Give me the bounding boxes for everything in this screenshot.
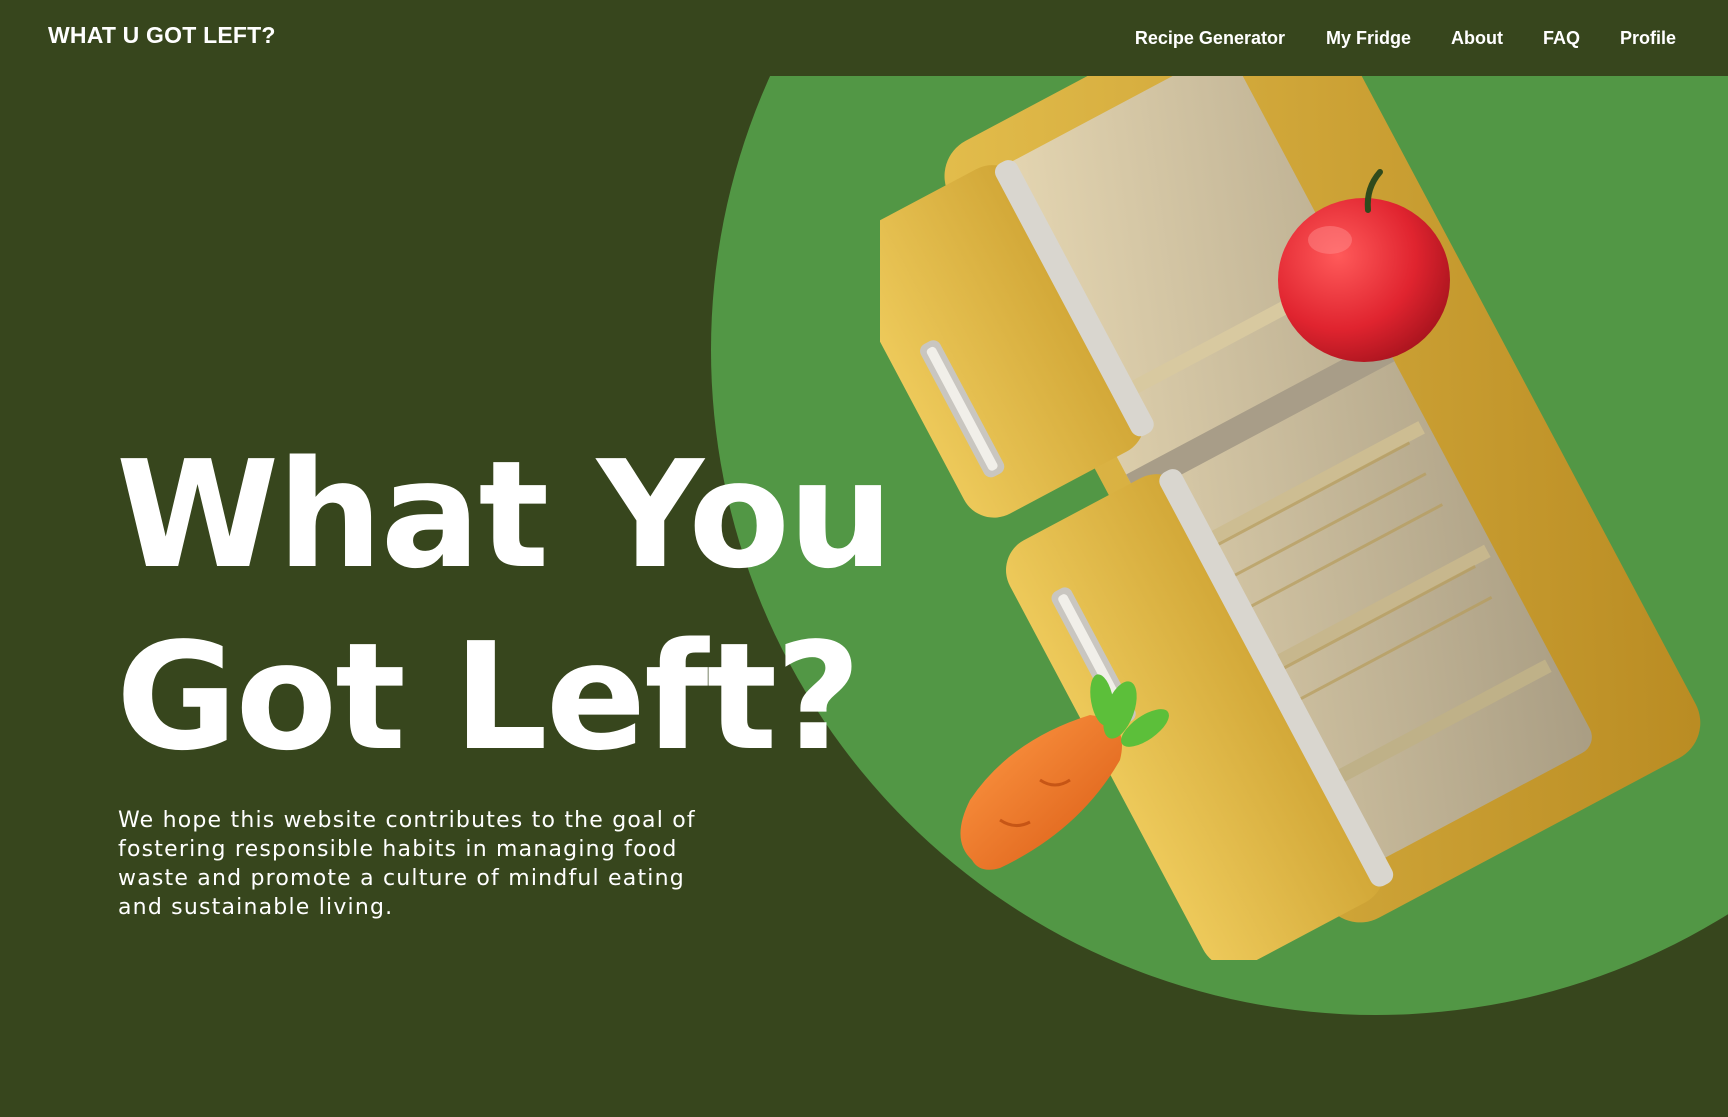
hero-description: We hope this website contributes to the … [118,808,696,920]
hero-title-line-2: Got Left? [116,611,861,783]
nav-link-about[interactable]: About [1451,28,1503,48]
hero-illustration [880,60,1701,960]
nav-item-recipe-generator: Recipe Generator [1135,28,1285,49]
nav-links: Recipe Generator My Fridge About FAQ Pro… [1135,28,1676,49]
nav-link-recipe-generator[interactable]: Recipe Generator [1135,28,1285,48]
nav-link-my-fridge[interactable]: My Fridge [1326,28,1411,48]
landing-page: WHAT U GOT LEFT? Recipe Generator My Fri… [0,0,1728,1117]
hero-title: What You Got Left? [116,424,893,788]
nav-link-faq[interactable]: FAQ [1543,28,1580,48]
nav-item-faq: FAQ [1543,28,1580,49]
nav-item-my-fridge: My Fridge [1326,28,1411,49]
nav-item-about: About [1451,28,1503,49]
nav-item-profile: Profile [1620,28,1676,49]
brand-logo-text[interactable]: WHAT U GOT LEFT? [48,22,276,49]
top-navbar: WHAT U GOT LEFT? Recipe Generator My Fri… [0,0,1728,76]
hero-title-line-1: What You [116,429,893,601]
nav-link-profile[interactable]: Profile [1620,28,1676,48]
